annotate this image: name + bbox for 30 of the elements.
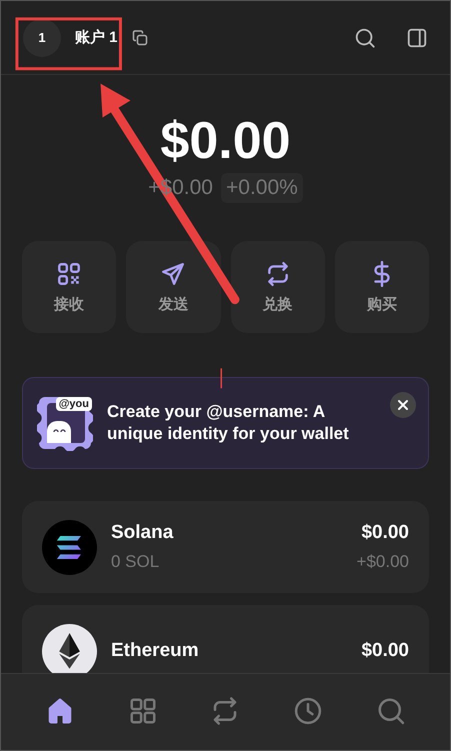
action-button[interactable]: 发送	[126, 241, 220, 333]
token-name: Solana	[111, 522, 174, 544]
token-value: $0.00	[361, 640, 409, 662]
grid-icon	[128, 696, 158, 726]
token-logo	[42, 520, 97, 574]
account-name[interactable]: 账户 1	[75, 28, 118, 47]
close-icon	[397, 399, 409, 411]
token-row[interactable]: Solana 0 SOL $0.00 +$0.00	[22, 501, 429, 593]
send-icon	[160, 260, 186, 286]
token-name: Ethereum	[111, 640, 200, 662]
search-icon	[376, 696, 406, 726]
action-button[interactable]: 接收	[22, 241, 116, 333]
total-balance: $0.00	[159, 113, 292, 169]
clock-icon	[293, 696, 324, 726]
token-row[interactable]: Ethereum $0.00	[22, 605, 429, 673]
percent-change: +0.00%	[221, 173, 303, 203]
action-button[interactable]: 购买	[334, 241, 429, 333]
sidebar-icon[interactable]	[406, 26, 428, 48]
copy-icon[interactable]	[132, 30, 148, 46]
username-badge: @you	[56, 397, 92, 411]
action-button[interactable]: 兑换	[230, 241, 325, 333]
token-amount: 0 SOL	[111, 552, 160, 572]
search-icon[interactable]	[354, 26, 376, 48]
qr-code-icon	[56, 260, 82, 286]
token-change: +$0.00	[356, 552, 409, 572]
account-avatar[interactable]: 1	[23, 18, 61, 56]
close-button[interactable]	[390, 392, 416, 418]
marker-line	[220, 368, 222, 388]
banner-text: Create your @username: A unique identity for your wallet	[107, 401, 350, 445]
token-value: $0.00	[361, 522, 409, 544]
